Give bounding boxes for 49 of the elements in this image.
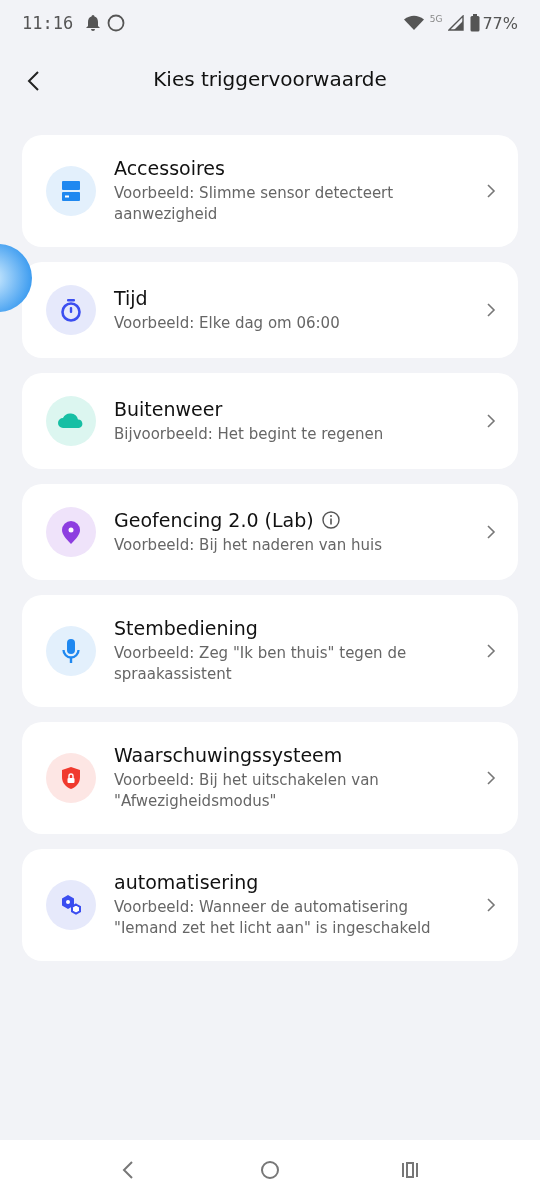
bell-icon bbox=[85, 14, 102, 32]
chevron-right-icon bbox=[486, 183, 496, 199]
cloud-icon bbox=[46, 396, 96, 446]
option-description: Bijvoorbeeld: Het begint te regenen bbox=[114, 423, 385, 445]
nav-recents-button[interactable] bbox=[400, 1160, 420, 1180]
trigger-option[interactable]: Tijd Voorbeeld: Elke dag om 06:00 bbox=[22, 262, 518, 358]
clock-time: 11:16 bbox=[22, 13, 74, 33]
trigger-option[interactable]: Waarschuwingssysteem Voorbeeld: Bij het uitschakelen van "Afwezigheidsmodus" bbox=[22, 722, 518, 834]
wifi-icon bbox=[403, 15, 424, 31]
location-pin-icon bbox=[46, 507, 96, 557]
chevron-right-icon bbox=[486, 413, 496, 429]
back-icon bbox=[26, 70, 40, 92]
trigger-option[interactable]: Accessoires Voorbeeld: Slimme sensor detecteert aanwezigheid bbox=[22, 135, 518, 247]
chevron-right-icon bbox=[486, 302, 496, 318]
network-label: 5G bbox=[429, 14, 443, 24]
microphone-icon bbox=[46, 626, 96, 676]
stopwatch-icon bbox=[46, 285, 96, 335]
option-title: Geofencing 2.0 (Lab) bbox=[114, 508, 314, 531]
option-description: Voorbeeld: Slimme sensor detecteert aanwezigheid bbox=[114, 183, 395, 225]
recents-icon bbox=[400, 1160, 420, 1180]
chevron-right-icon bbox=[486, 643, 496, 659]
chevron-right-icon bbox=[486, 770, 496, 786]
option-title: Tijd bbox=[114, 286, 148, 309]
option-description: Voorbeeld: Wanneer de automatisering "Iemand zet het licht aan" is ingeschakeld bbox=[114, 897, 432, 939]
option-title: Accessoires bbox=[114, 157, 225, 179]
chevron-right-icon bbox=[486, 897, 496, 913]
option-description: Voorbeeld: Elke dag om 06:00 bbox=[114, 312, 341, 334]
chevron-right-icon bbox=[486, 524, 496, 540]
option-description: Voorbeeld: Zeg "Ik ben thuis" tegen de spraakassistent bbox=[114, 643, 408, 685]
trigger-option[interactable]: Geofencing 2.0 (Lab) Voorbeeld: Bij het naderen van huis bbox=[22, 484, 518, 580]
info-icon[interactable] bbox=[321, 510, 340, 529]
signal-icon bbox=[448, 15, 465, 31]
drawer-icon bbox=[46, 166, 96, 216]
trigger-option[interactable]: Buitenweer Bijvoorbeeld: Het begint te regenen bbox=[22, 373, 518, 469]
battery-percentage: 77% bbox=[482, 13, 518, 33]
circle-icon bbox=[107, 14, 126, 32]
option-title: Waarschuwingssysteem bbox=[114, 744, 343, 766]
battery-icon bbox=[470, 14, 481, 32]
shield-lock-icon bbox=[46, 753, 96, 803]
option-title: automatisering bbox=[114, 871, 259, 893]
nav-home-button[interactable] bbox=[260, 1160, 280, 1180]
trigger-option[interactable]: automatisering Voorbeeld: Wanneer de automatisering "Iemand zet het licht aan" is ingeschakeld bbox=[22, 849, 518, 961]
home-icon bbox=[260, 1160, 280, 1180]
option-description: Voorbeeld: Bij het naderen van huis bbox=[114, 534, 383, 556]
option-description: Voorbeeld: Bij het uitschakelen van "Afwezigheidsmodus" bbox=[114, 770, 380, 812]
option-title: Stembediening bbox=[114, 617, 258, 639]
trigger-option[interactable]: Stembediening Voorbeeld: Zeg "Ik ben thuis" tegen de spraakassistent bbox=[22, 595, 518, 707]
page-title: Kies triggervoorwaarde bbox=[153, 67, 387, 91]
option-title: Buitenweer bbox=[114, 397, 223, 420]
